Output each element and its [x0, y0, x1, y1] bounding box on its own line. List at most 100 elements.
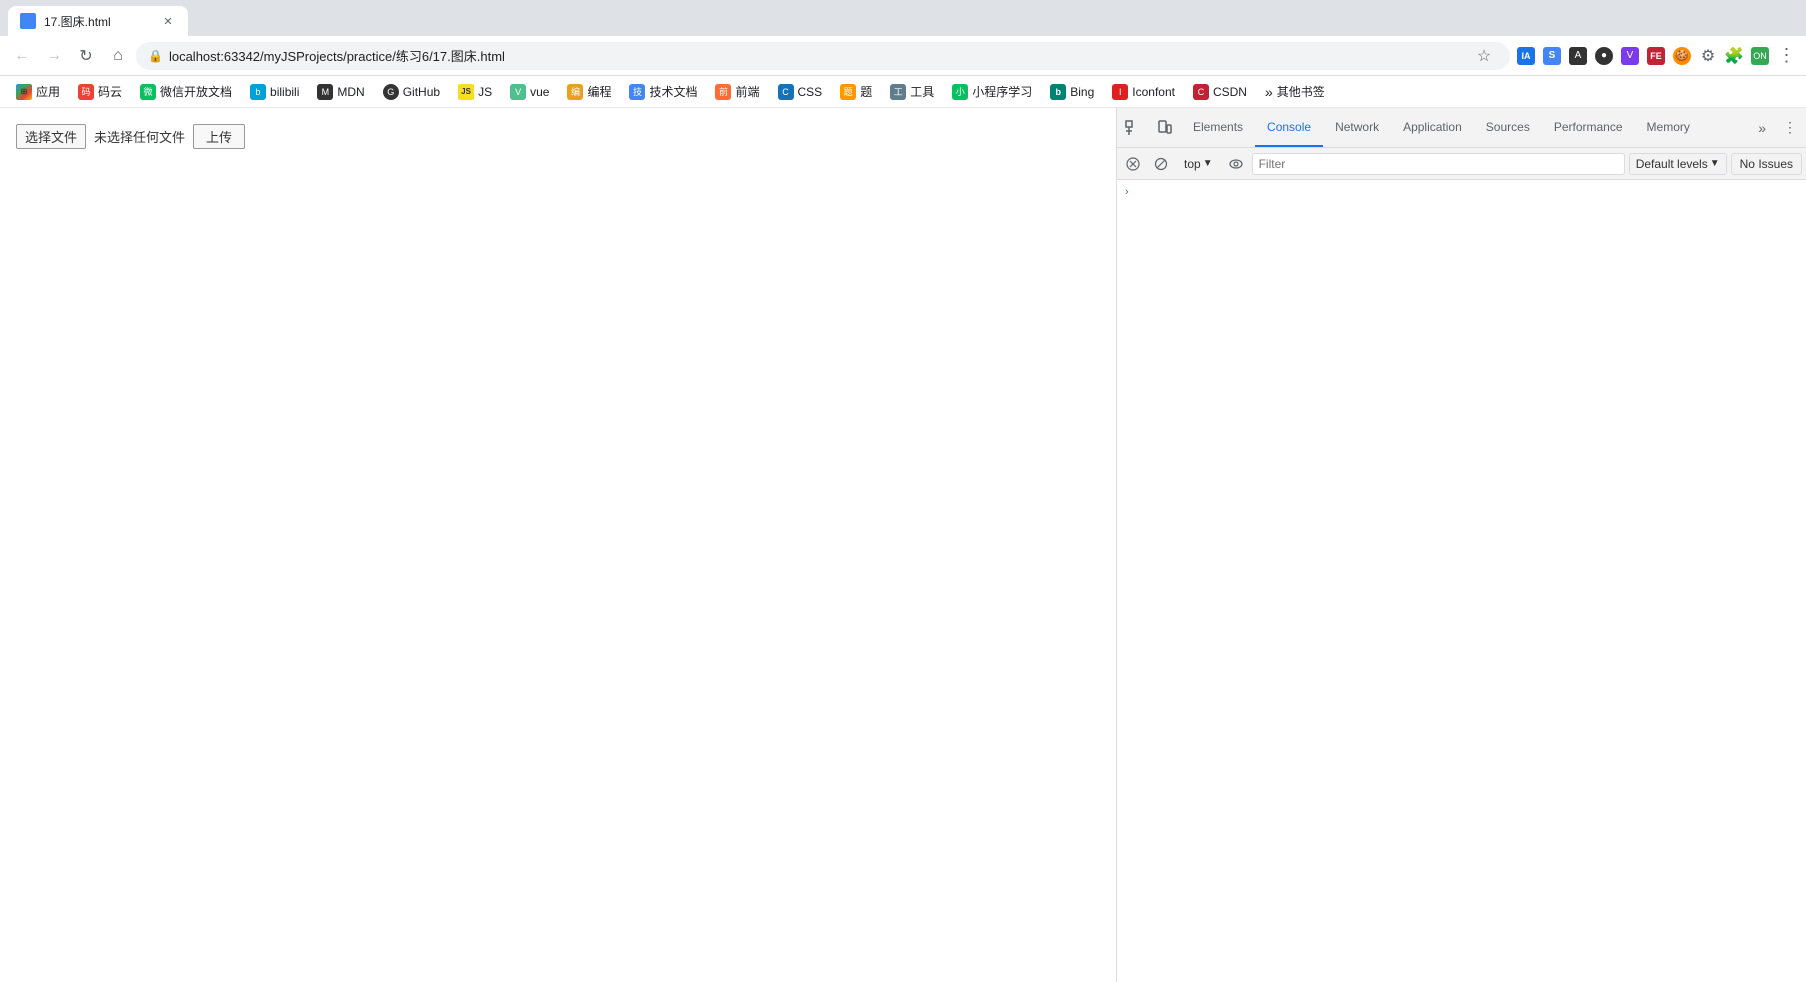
address-bar[interactable]: 🔒 localhost:63342/myJSProjects/practice/… [136, 42, 1510, 70]
bookmark-front-icon: 前 [715, 84, 731, 100]
bookmark-mdn[interactable]: M MDN [309, 80, 372, 104]
ext-ia-icon[interactable]: IA [1514, 44, 1538, 68]
home-button[interactable]: ⌂ [104, 42, 132, 70]
default-levels-chevron-icon: ▼ [1710, 158, 1720, 169]
devtools-device-button[interactable] [1149, 112, 1181, 144]
devtools-panel: Elements Console Network Application Sou… [1116, 108, 1806, 982]
bookmark-bilibili[interactable]: b bilibili [242, 80, 307, 104]
reload-button[interactable]: ↻ [72, 42, 100, 70]
devtools-more-tabs-button[interactable]: » [1750, 120, 1774, 136]
upload-button[interactable]: 上传 [193, 124, 245, 149]
ext-a-icon[interactable]: A [1566, 44, 1590, 68]
bookmark-css-icon: C [778, 84, 794, 100]
devtools-inspect-button[interactable] [1117, 112, 1149, 144]
bookmark-bilibili-label: bilibili [270, 85, 299, 99]
bookmark-mdn-icon: M [317, 84, 333, 100]
tab-favicon [20, 13, 36, 29]
bookmark-frontend[interactable]: 前 前端 [707, 80, 767, 104]
devtools-settings-button[interactable]: ⋮ [1774, 112, 1806, 144]
forward-button[interactable]: → [40, 42, 68, 70]
devtools-top-bar: Elements Console Network Application Sou… [1117, 108, 1806, 148]
bookmark-bili-icon: b [250, 84, 266, 100]
no-issues-badge: No Issues [1731, 153, 1802, 175]
ext-cookie-icon[interactable]: 🍪 [1670, 44, 1694, 68]
file-upload-area: 选择文件 未选择任何文件 上传 [16, 124, 1100, 149]
back-button[interactable]: ← [8, 42, 36, 70]
bookmark-ti-icon: 题 [840, 84, 856, 100]
bookmarks-bar: ⊞ 应用 码 码云 微 微信开放文档 b bilibili M MDN G Gi… [0, 76, 1806, 108]
bookmark-bing[interactable]: b Bing [1042, 80, 1102, 104]
bookmark-miniapp-label: 小程序学习 [972, 83, 1032, 100]
bookmark-code[interactable]: 编 编程 [559, 80, 619, 104]
tab-elements[interactable]: Elements [1181, 108, 1255, 147]
bookmark-wechat-icon: 微 [140, 84, 156, 100]
tab-console[interactable]: Console [1255, 108, 1323, 147]
bookmark-css[interactable]: C CSS [770, 80, 831, 104]
bookmark-github-icon: G [383, 84, 399, 100]
bookmark-mdn-label: MDN [337, 85, 364, 99]
bookmark-csdn-label: CSDN [1213, 85, 1247, 99]
ext-circle-icon[interactable]: ● [1592, 44, 1616, 68]
bookmark-more-label: 其他书签 [1277, 83, 1325, 100]
console-context-selector[interactable]: top ▼ [1177, 153, 1220, 175]
no-file-text: 未选择任何文件 [94, 127, 185, 146]
bookmark-apps-icon: ⊞ [16, 84, 32, 100]
file-choose-button[interactable]: 选择文件 [16, 124, 86, 149]
console-block-button[interactable] [1149, 152, 1173, 176]
console-context-chevron-icon: ▼ [1203, 158, 1213, 169]
bookmark-tools-label: 工具 [910, 83, 934, 100]
bookmark-star-icon[interactable]: ☆ [1470, 42, 1498, 70]
active-tab[interactable]: 17.图床.html ✕ [8, 6, 188, 36]
bookmark-myyun[interactable]: 码 码云 [70, 80, 130, 104]
bookmark-wechat-label: 微信开放文档 [160, 83, 232, 100]
console-prompt-arrow[interactable]: › [1121, 184, 1802, 200]
bookmark-iconfont[interactable]: I Iconfont [1104, 80, 1183, 104]
bookmark-vue-label: vue [530, 85, 549, 99]
bookmark-techdoc-label: 技术文档 [649, 83, 697, 100]
bookmark-more-chevron-icon: » [1265, 84, 1273, 100]
bookmark-code-label: 编程 [587, 83, 611, 100]
tab-application[interactable]: Application [1391, 108, 1474, 147]
bookmark-github[interactable]: G GitHub [375, 80, 448, 104]
bookmark-ti-label: 题 [860, 83, 872, 100]
tab-close-button[interactable]: ✕ [160, 13, 176, 29]
console-clear-button[interactable] [1121, 152, 1145, 176]
bookmark-ti[interactable]: 题 题 [832, 80, 880, 104]
default-levels-button[interactable]: Default levels ▼ [1629, 153, 1727, 175]
ext-gear-icon[interactable]: ⚙ [1696, 44, 1720, 68]
tab-network[interactable]: Network [1323, 108, 1391, 147]
bookmark-apps[interactable]: ⊞ 应用 [8, 80, 68, 104]
bookmark-tools[interactable]: 工 工具 [882, 80, 942, 104]
tab-bar: 17.图床.html ✕ [0, 0, 1806, 36]
nav-bar: ← → ↻ ⌂ 🔒 localhost:63342/myJSProjects/p… [0, 36, 1806, 76]
ext-purple-icon[interactable]: V [1618, 44, 1642, 68]
main-area: 选择文件 未选择任何文件 上传 [0, 108, 1806, 982]
bookmark-wechat[interactable]: 微 微信开放文档 [132, 80, 240, 104]
bookmark-js[interactable]: JS JS [450, 80, 500, 104]
bookmark-techdoc[interactable]: 技 技术文档 [621, 80, 705, 104]
bookmark-csdn[interactable]: C CSDN [1185, 80, 1255, 104]
ext-fe-icon[interactable]: FE [1644, 44, 1668, 68]
bookmark-miniapp[interactable]: 小 小程序学习 [944, 80, 1040, 104]
devtools-content-area: › [1117, 180, 1806, 982]
bookmark-iconfont-icon: I [1112, 84, 1128, 100]
bookmark-myyun-label: 码云 [98, 83, 122, 100]
ext-green-icon[interactable]: ON [1748, 44, 1772, 68]
page-content: 选择文件 未选择任何文件 上传 [0, 108, 1116, 982]
tab-memory[interactable]: Memory [1635, 108, 1702, 147]
bookmark-apps-label: 应用 [36, 83, 60, 100]
bookmark-frontend-label: 前端 [735, 83, 759, 100]
bookmark-code-icon: 编 [567, 84, 583, 100]
tab-performance[interactable]: Performance [1542, 108, 1635, 147]
ext-s-icon[interactable]: S [1540, 44, 1564, 68]
bookmark-mini-icon: 小 [952, 84, 968, 100]
console-filter-input[interactable] [1252, 153, 1625, 175]
bookmark-iconfont-label: Iconfont [1132, 85, 1175, 99]
bookmark-vue[interactable]: V vue [502, 80, 557, 104]
bookmark-more[interactable]: » 其他书签 [1257, 80, 1333, 104]
ext-puzzle-icon[interactable]: 🧩 [1722, 44, 1746, 68]
bookmark-vue-icon: V [510, 84, 526, 100]
more-menu-button[interactable]: ⋮ [1774, 44, 1798, 68]
console-eye-button[interactable] [1224, 152, 1248, 176]
tab-sources[interactable]: Sources [1474, 108, 1542, 147]
